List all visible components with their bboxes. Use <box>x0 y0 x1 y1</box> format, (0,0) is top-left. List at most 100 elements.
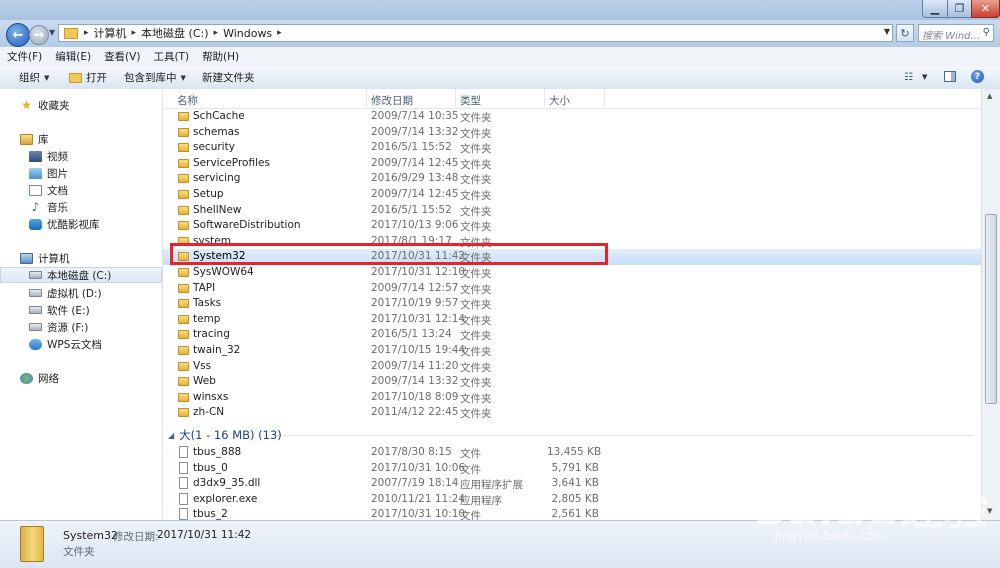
view-options-icon[interactable]: ☷ <box>904 72 913 83</box>
organize-button[interactable]: 组织 ▼ <box>19 70 49 85</box>
file-name: winsxs <box>193 390 229 403</box>
new-folder-button[interactable]: 新建文件夹 <box>202 70 255 85</box>
chevron-right-icon[interactable]: ▸ <box>82 28 91 38</box>
chevron-down-icon: ▼ <box>44 73 50 82</box>
file-date: 2009/7/14 11:20 <box>371 359 459 372</box>
refresh-button[interactable]: ↻ <box>896 24 914 42</box>
nav-drive-f[interactable]: 资源 (F:) <box>29 319 162 335</box>
table-row[interactable]: Tasks 2017/10/19 9:57 文件夹 <box>163 296 981 312</box>
table-row[interactable]: tbus_2 2017/10/31 10:10 文件 2,561 KB <box>163 507 981 520</box>
menu-tools[interactable]: 工具(T) <box>146 49 195 64</box>
scroll-up-arrow-icon[interactable]: ▲ <box>987 92 992 100</box>
nav-favorites[interactable]: ★ 收藏夹 <box>20 97 162 113</box>
table-row[interactable]: TAPI 2009/7/14 12:57 文件夹 <box>163 281 981 297</box>
file-icon <box>179 492 188 505</box>
table-row[interactable]: winsxs 2017/10/18 8:09 文件夹 <box>163 390 981 406</box>
search-input[interactable]: 搜索 Wind... ⚲ <box>918 24 994 42</box>
column-divider[interactable] <box>366 89 367 107</box>
menu-help[interactable]: 帮助(H) <box>195 49 245 64</box>
scrollbar-thumb[interactable] <box>985 214 997 404</box>
table-row[interactable]: SoftwareDistribution 2017/10/13 9:06 文件夹 <box>163 218 981 234</box>
nav-item-videos[interactable]: 视频 <box>29 148 162 164</box>
menu-bar: 文件(F) 编辑(E) 查看(V) 工具(T) 帮助(H) <box>0 47 1000 67</box>
file-size: 3,641 KB <box>551 477 600 490</box>
table-row[interactable]: d3dx9_35.dll 2007/7/19 18:14 应用程序扩展 3,641 K… <box>163 476 981 492</box>
breadcrumb-windows[interactable]: Windows <box>220 27 275 40</box>
table-row[interactable]: temp 2017/10/31 12:14 文件夹 <box>163 312 981 328</box>
nav-wps-cloud[interactable]: WPS云文档 <box>29 336 162 352</box>
maximize-button[interactable]: ❐ <box>947 0 972 18</box>
file-name: TAPI <box>193 281 216 294</box>
vertical-scrollbar[interactable]: ▲ ▼ <box>981 89 1000 520</box>
table-row[interactable]: Setup 2009/7/14 12:45 文件夹 <box>163 187 981 203</box>
nav-network[interactable]: 网络 <box>20 370 162 386</box>
include-in-library-button[interactable]: 包含到库中 ▼ <box>124 70 186 85</box>
forward-button[interactable]: → <box>29 25 49 45</box>
menu-file[interactable]: 文件(F) <box>0 49 48 64</box>
column-date[interactable]: 修改日期 <box>371 93 413 108</box>
recent-pages-dropdown[interactable]: ▼ <box>49 28 55 37</box>
address-bar[interactable]: ▸ 计算机 ▸ 本地磁盘 (C:) ▸ Windows ▸ ▼ <box>58 24 893 42</box>
nav-drive-c[interactable]: 本地磁盘 (C:) <box>0 267 162 283</box>
nav-item-youku[interactable]: 优酷影视库 <box>29 216 162 232</box>
table-row[interactable]: tbus_0 2017/10/31 10:06 文件 5,791 KB <box>163 461 981 477</box>
column-size[interactable]: 大小 <box>549 93 570 108</box>
table-row[interactable]: Web 2009/7/14 13:32 文件夹 <box>163 374 981 390</box>
file-name: servicing <box>193 172 241 185</box>
chevron-right-icon[interactable]: ▸ <box>275 28 284 38</box>
table-row[interactable]: tracing 2016/5/1 13:24 文件夹 <box>163 327 981 343</box>
table-row[interactable]: ShellNew 2016/5/1 15:52 文件夹 <box>163 203 981 219</box>
table-row[interactable]: security 2016/5/1 15:52 文件夹 <box>163 140 981 156</box>
column-divider[interactable] <box>544 89 545 107</box>
table-row[interactable]: twain_32 2017/10/15 19:44 文件夹 <box>163 343 981 359</box>
nav-item-pictures[interactable]: 图片 <box>29 165 162 181</box>
breadcrumb-computer[interactable]: 计算机 <box>91 25 130 41</box>
nav-libraries[interactable]: 库 <box>20 131 162 147</box>
nav-computer[interactable]: 计算机 <box>20 250 162 266</box>
table-row[interactable]: ServiceProfiles 2009/7/14 12:45 文件夹 <box>163 156 981 172</box>
table-row[interactable]: schemas 2009/7/14 13:32 文件夹 <box>163 125 981 141</box>
table-row[interactable]: tbus_888 2017/8/30 8:15 文件 13,455 KB <box>163 445 981 461</box>
menu-edit[interactable]: 编辑(E) <box>48 49 97 64</box>
youku-library-icon <box>29 218 42 230</box>
music-note-icon: ♪ <box>31 199 40 214</box>
column-type[interactable]: 类型 <box>460 93 481 108</box>
table-row[interactable]: servicing 2016/9/29 13:48 文件夹 <box>163 171 981 187</box>
column-divider[interactable] <box>455 89 456 107</box>
table-row[interactable]: SchCache 2009/7/14 10:35 文件夹 <box>163 109 981 125</box>
column-name[interactable]: 名称 <box>177 93 198 108</box>
group-header[interactable]: ◢ 大(1 - 16 MB) (13) <box>168 427 282 443</box>
file-name: Setup <box>193 188 224 200</box>
breadcrumb-local-disk[interactable]: 本地磁盘 (C:) <box>138 25 211 41</box>
nav-item-music[interactable]: ♪ 音乐 <box>29 199 162 215</box>
back-button[interactable]: ← <box>6 23 30 47</box>
scroll-down-arrow-icon[interactable]: ▼ <box>987 507 992 515</box>
file-type: 文件 <box>460 463 481 476</box>
search-icon[interactable]: ⚲ <box>983 27 990 38</box>
minimize-button[interactable]: ▁ <box>922 0 948 18</box>
nav-drive-e[interactable]: 软件 (E:) <box>29 302 162 318</box>
chevron-right-icon[interactable]: ▸ <box>212 28 221 38</box>
file-date: 2016/9/29 13:48 <box>371 172 459 185</box>
column-divider[interactable] <box>604 89 605 107</box>
nav-item-documents[interactable]: 文档 <box>29 182 162 198</box>
collapse-arrow-icon[interactable]: ◢ <box>168 431 174 440</box>
help-icon[interactable]: ? <box>971 70 984 83</box>
address-dropdown-icon[interactable]: ▼ <box>884 27 890 36</box>
file-type: 文件夹 <box>460 127 492 140</box>
file-type: 文件夹 <box>460 112 492 124</box>
table-row[interactable]: zh-CN 2011/4/12 22:45 文件夹 <box>163 405 981 421</box>
table-row[interactable]: SysWOW64 2017/10/31 12:10 文件夹 <box>163 265 981 281</box>
nav-item-label: 音乐 <box>47 201 68 214</box>
table-row[interactable]: explorer.exe 2010/11/21 11:24 应用程序 2,805 KB <box>163 492 981 508</box>
menu-view[interactable]: 查看(V) <box>97 49 146 64</box>
open-button[interactable]: 打开 <box>69 70 107 85</box>
preview-pane-icon[interactable] <box>944 71 956 82</box>
explorer-window: ▁ ❐ ✕ ← → ▼ ▸ 计算机 ▸ 本地磁盘 (C:) ▸ Windows … <box>0 0 1000 568</box>
chevron-right-icon[interactable]: ▸ <box>130 28 139 38</box>
close-button[interactable]: ✕ <box>971 0 1000 18</box>
chevron-down-icon[interactable]: ▼ <box>922 73 927 81</box>
table-row[interactable]: Vss 2009/7/14 11:20 文件夹 <box>163 359 981 375</box>
nav-drive-d[interactable]: 虚拟机 (D:) <box>29 285 162 301</box>
file-name: SchCache <box>193 110 245 122</box>
